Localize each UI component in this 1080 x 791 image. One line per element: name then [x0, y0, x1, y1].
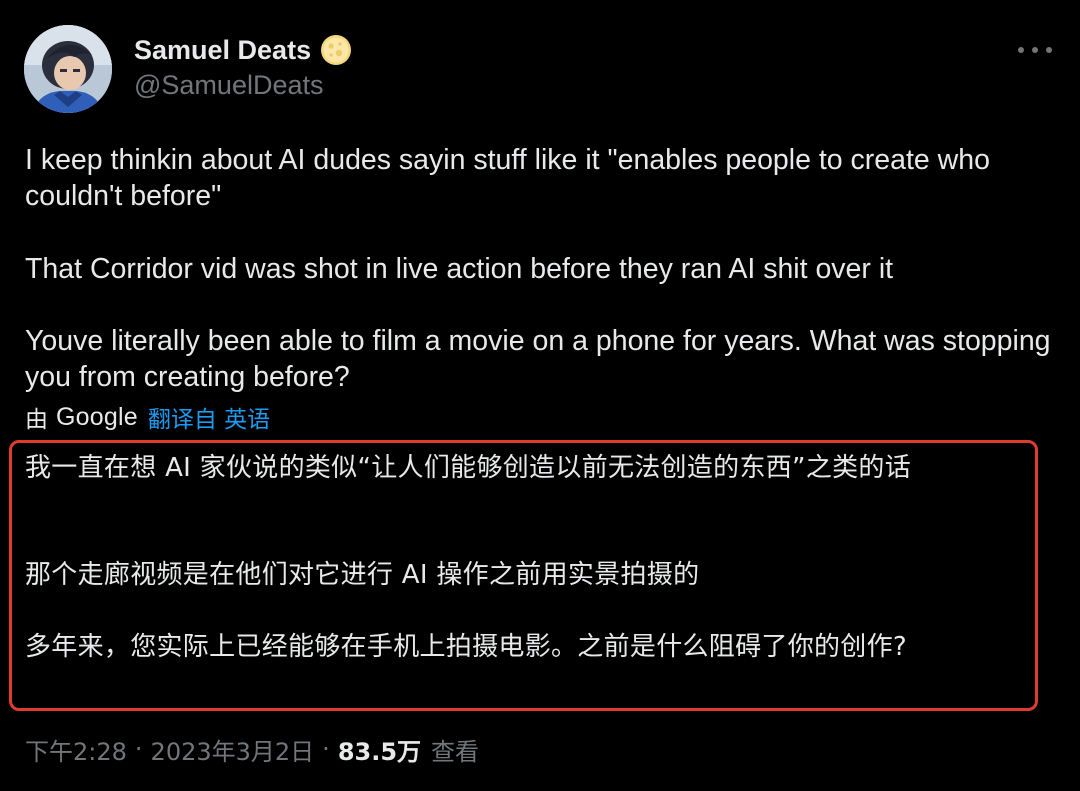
translated-paragraph: 那个走廊视频是在他们对它进行 AI 操作之前用实景拍摄的 — [25, 560, 700, 590]
tweet-time[interactable]: 下午2:28 — [25, 732, 127, 767]
translation-attribution: 由 Google 翻译自 英语 — [25, 400, 270, 434]
more-options-icon[interactable] — [1018, 40, 1052, 60]
more-dot — [1032, 47, 1038, 53]
more-dot — [1018, 47, 1024, 53]
views-label[interactable]: 查看 — [431, 732, 479, 767]
translate-source-link[interactable]: 翻译自 英语 — [148, 400, 270, 434]
moon-badge-icon — [320, 34, 352, 66]
translated-paragraph: 我一直在想 AI 家伙说的类似“让人们能够创造以前无法创造的东西”之类的话 — [25, 453, 912, 483]
avatar-image — [24, 25, 112, 113]
google-logo: Google — [56, 402, 138, 431]
translated-by-label: 由 — [25, 407, 48, 433]
tweet-meta: 下午2:28 · 2023年3月2日 · 83.5万 查看 — [25, 732, 479, 767]
tweet-paragraph: That Corridor vid was shot in live actio… — [25, 253, 894, 285]
tweet-date[interactable]: 2023年3月2日 — [151, 732, 315, 767]
user-handle[interactable]: @SamuelDeats — [134, 70, 324, 101]
views-count: 83.5万 — [337, 737, 422, 766]
more-dot — [1046, 47, 1052, 53]
translated-paragraph: 多年来，您实际上已经能够在手机上拍摄电影。之前是什么阻碍了你的创作? — [25, 632, 908, 662]
tweet-paragraph: Youve literally been able to film a movi… — [25, 325, 1051, 393]
tweet-paragraph: I keep thinkin about AI dudes sayin stuf… — [25, 144, 990, 212]
meta-separator: · — [134, 735, 143, 763]
name-row: Samuel Deats — [134, 32, 352, 68]
meta-separator: · — [322, 735, 330, 763]
display-name[interactable]: Samuel Deats — [134, 35, 311, 66]
tweet-card: Samuel Deats @SamuelDeats I keep thinkin… — [0, 0, 1080, 791]
avatar[interactable] — [24, 25, 112, 113]
